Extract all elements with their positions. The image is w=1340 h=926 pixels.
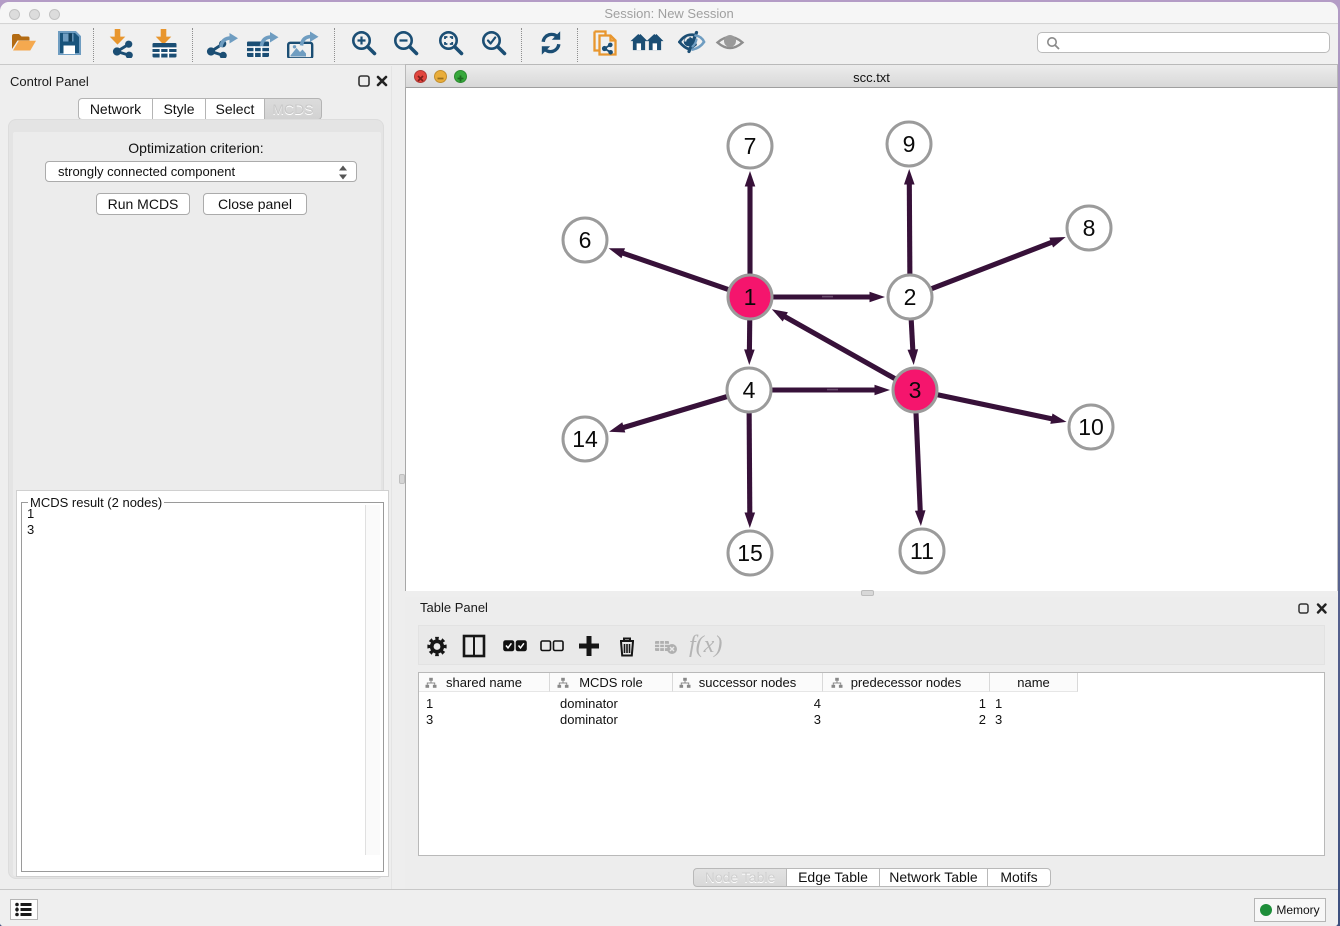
svg-text:15: 15 [737,540,763,566]
svg-text:9: 9 [903,131,916,157]
svg-text:3: 3 [909,377,922,403]
svg-text:4: 4 [743,377,756,403]
svg-text:10: 10 [1078,414,1104,440]
svg-text:11: 11 [910,538,934,564]
svg-text:6: 6 [579,227,592,253]
svg-text:8: 8 [1083,215,1096,241]
svg-text:1: 1 [744,284,757,310]
svg-text:2: 2 [904,284,917,310]
svg-text:14: 14 [572,426,598,452]
svg-text:7: 7 [744,133,757,159]
